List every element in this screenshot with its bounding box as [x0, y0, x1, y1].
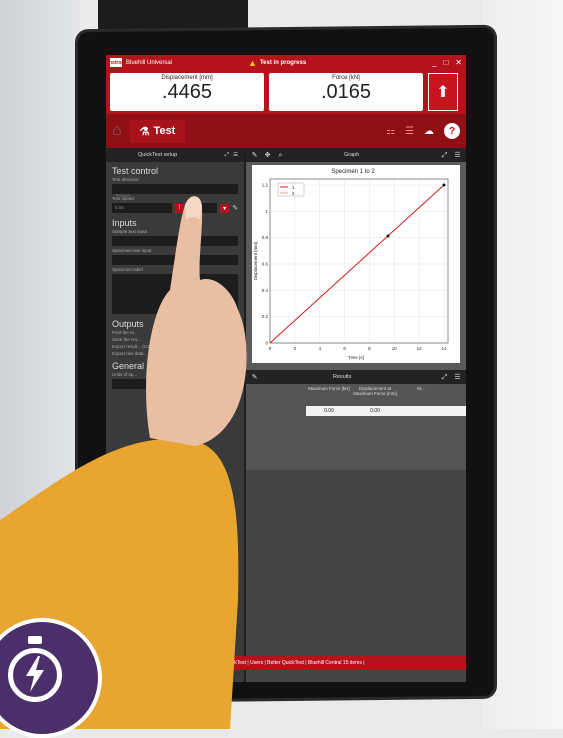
specimen-text-input[interactable] — [112, 255, 238, 265]
y-tick-label: 0.6 — [262, 262, 269, 267]
x-tick-label: 4 — [318, 346, 321, 351]
tab-test[interactable]: ⚗ Test — [129, 119, 186, 143]
y-axis-label: Displacement [mm] — [253, 242, 258, 281]
graph-chart[interactable]: Specimen 1 to 2 0 2 4 6 8 10 12 14 0 0.2 0.4 0.6 0.8… — [252, 165, 460, 363]
y-tick-label: 0.4 — [262, 288, 269, 293]
section-general: General — [112, 361, 145, 371]
software-screen: Instron Bluehill Universal ▲ Test in pro… — [106, 55, 466, 682]
results-table: Maximum Force [kN] Displacement at Maxim… — [306, 386, 466, 416]
expand-icon[interactable]: ⤢ — [225, 152, 229, 159]
stopwatch-knob — [28, 636, 42, 644]
stop-test-button[interactable]: ⬆ — [428, 73, 458, 111]
right-column: ✎ ✥ ⌕ Graph ⤢ ☰ Specimen 1 to 2 0 2 4 6 8 10 1… — [246, 148, 466, 682]
test-speed-input[interactable]: 5.00 — [112, 203, 173, 213]
pan-icon[interactable]: ✥ — [263, 151, 272, 160]
lightning-icon — [26, 656, 44, 692]
y-tick-label: 1 — [265, 209, 268, 214]
section-test-control: Test control — [112, 166, 159, 176]
y-tick-label: 0.2 — [262, 314, 269, 319]
window-controls: _ □ ✕ — [432, 58, 462, 67]
minimize-button[interactable]: _ — [432, 58, 436, 67]
results-toolbar: ✎ Results ⤢ ☰ — [246, 370, 466, 384]
specimen-label-input[interactable] — [112, 274, 238, 314]
warning-icon: ▲ — [248, 57, 257, 68]
test-icon: ⚗ — [139, 125, 150, 138]
y-tick-label: 0 — [265, 341, 268, 346]
status-bar: QuickTest | Users | Better QuickTest | B… — [106, 656, 466, 670]
nav-icons: ⚏ ☰ ☁ ? — [386, 123, 460, 139]
stop-arrow-icon: ⬆ — [436, 84, 450, 101]
dropdown-icon[interactable]: ▾ — [220, 203, 230, 213]
close-button[interactable]: ✕ — [455, 58, 462, 67]
section-inputs: Inputs — [112, 218, 137, 228]
x-tick-label: 0 — [269, 346, 272, 351]
home-icon[interactable]: ⌂ — [112, 122, 122, 140]
x-tick-label: 12 — [417, 346, 423, 351]
x-tick-label: 2 — [294, 346, 297, 351]
y-tick-label: 1.2 — [262, 183, 269, 188]
method-icon[interactable]: ☰ — [405, 126, 414, 137]
graph-toolbar: ✎ ✥ ⌕ Graph ⤢ ☰ — [246, 148, 466, 162]
menu-icon[interactable]: ☰ — [453, 373, 462, 382]
x-tick-label: 14 — [441, 346, 447, 351]
pencil-icon[interactable]: ✎ — [250, 373, 259, 382]
chart-title: Specimen 1 to 2 — [331, 169, 375, 175]
results-panel: ✎ Results ⤢ ☰ Maximum Force [kN] Displac… — [246, 370, 466, 470]
table-row[interactable]: 0.00 0.00 — [306, 406, 466, 416]
live-readouts: Displacement [mm] .4465 Force [kN] .0165… — [106, 70, 466, 114]
test-speed-row: 5.00 ⁞ ▾ ✎ — [112, 203, 238, 213]
x-tick-label: 6 — [343, 346, 346, 351]
graph-panel: ✎ ✥ ⌕ Graph ⤢ ☰ Specimen 1 to 2 0 2 4 6 8 10 1… — [246, 148, 466, 370]
background-right — [483, 0, 563, 729]
quicktest-panel: QuickTest setup ⤢ ☰ Test control Test di… — [106, 148, 246, 682]
units-icon[interactable]: ⁞ — [175, 203, 185, 213]
instron-logo: Instron — [107, 58, 125, 67]
force-readout[interactable]: Force [kN] .0165 — [269, 73, 423, 111]
app-title: Bluehill Universal — [126, 59, 173, 66]
test-direction-select[interactable]: Tension — [112, 184, 238, 198]
workspace: QuickTest setup ⤢ ☰ Test control Test di… — [106, 148, 466, 682]
menu-icon[interactable]: ☰ — [233, 152, 238, 158]
quicktest-header: QuickTest setup ⤢ ☰ — [106, 148, 244, 162]
section-outputs: Outputs — [112, 319, 144, 329]
results-header-row: Maximum Force [kN] Displacement at Maxim… — [308, 386, 425, 396]
navigation-bar: ⌂ ⚗ Test ⚏ ☰ ☁ ? — [106, 114, 466, 148]
edit-icon[interactable]: ✎ — [232, 204, 238, 212]
x-tick-label: 8 — [368, 346, 371, 351]
title-bar: Instron Bluehill Universal ▲ Test in pro… — [106, 55, 466, 70]
speed-units-select[interactable] — [187, 203, 218, 213]
x-axis-label: Time [s] — [348, 355, 364, 360]
y-tick-label: 0.8 — [262, 235, 269, 240]
empty-workspace — [246, 470, 466, 682]
units-input[interactable] — [112, 379, 238, 389]
legend — [277, 182, 305, 197]
specimen-icon[interactable]: ⚏ — [386, 126, 395, 137]
sample-text-input[interactable] — [112, 236, 238, 246]
displacement-readout[interactable]: Displacement [mm] .4465 — [110, 73, 264, 111]
x-tick-label: 10 — [392, 346, 398, 351]
pencil-icon[interactable]: ✎ — [250, 151, 259, 160]
test-status: ▲ Test in progress — [248, 57, 307, 68]
expand-icon[interactable]: ⤢ — [440, 151, 449, 160]
expand-icon[interactable]: ⤢ — [440, 373, 449, 382]
chart-svg: Specimen 1 to 2 0 2 4 6 8 10 12 14 0 0.2 0.4 0.6 0.8… — [253, 169, 449, 360]
menu-icon[interactable]: ☰ — [453, 151, 462, 160]
notification-icon[interactable]: ☁ — [424, 126, 434, 137]
data-point — [442, 183, 446, 187]
data-point — [386, 234, 390, 238]
maximize-button[interactable]: □ — [443, 58, 448, 67]
zoom-icon[interactable]: ⌕ — [276, 151, 285, 160]
help-icon[interactable]: ? — [444, 123, 460, 139]
